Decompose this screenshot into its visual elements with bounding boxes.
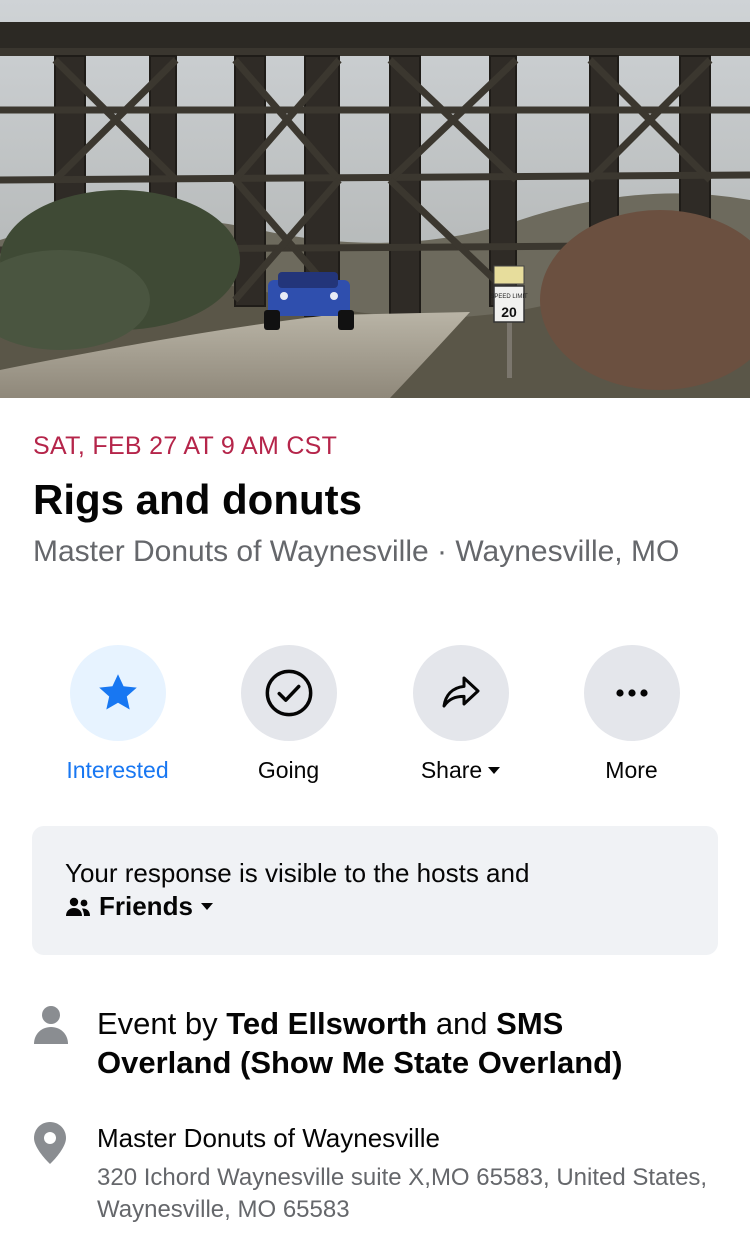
audience-selector[interactable]: Friends xyxy=(65,890,685,923)
host-link-1[interactable]: Ted Ellsworth xyxy=(226,1006,427,1041)
share-icon xyxy=(442,676,479,708)
share-button[interactable]: Share xyxy=(375,645,546,784)
trestle-bridge-illustration: SPEED LIMIT 20 xyxy=(0,0,750,398)
event-title: Rigs and donuts xyxy=(33,476,362,523)
share-label-text: Share xyxy=(420,757,483,783)
audience-label: Friends xyxy=(99,891,193,921)
place-name[interactable]: Master Donuts of Waynesville xyxy=(97,1122,717,1155)
place-text: Master Donuts of Waynesville 320 Ichord … xyxy=(97,1122,717,1226)
share-label: Share xyxy=(420,757,501,784)
interested-circle[interactable] xyxy=(69,645,166,741)
event-date: SAT, FEB 27 AT 9 AM CST xyxy=(33,432,338,460)
going-label: Going xyxy=(257,757,320,783)
host-prefix: Event by xyxy=(97,1006,227,1041)
more-icon xyxy=(615,689,648,697)
more-button[interactable]: More xyxy=(546,645,717,784)
svg-text:20: 20 xyxy=(501,304,517,320)
share-circle[interactable] xyxy=(412,645,509,741)
event-cover-photo[interactable]: SPEED LIMIT 20 xyxy=(0,0,750,398)
event-actions: Interested Going Share More xyxy=(0,645,750,795)
interested-button[interactable]: Interested xyxy=(32,645,203,784)
interested-label: Interested xyxy=(66,757,169,783)
share-dropdown-icon xyxy=(488,767,501,774)
person-icon xyxy=(34,1006,68,1044)
check-circle-icon xyxy=(265,669,312,717)
map-pin-icon xyxy=(34,1122,66,1164)
friends-icon xyxy=(66,897,90,916)
visibility-text: Your response is visible to the hosts an… xyxy=(65,858,530,888)
event-host-text: Event by Ted Ellsworth and SMS Overland … xyxy=(97,1004,697,1082)
svg-text:SPEED LIMIT: SPEED LIMIT xyxy=(490,294,528,300)
more-label: More xyxy=(605,757,658,783)
place-address: 320 Ichord Waynesville suite X,MO 65583,… xyxy=(97,1164,708,1223)
star-icon xyxy=(98,674,137,710)
going-circle[interactable] xyxy=(240,645,337,741)
host-joiner: and xyxy=(427,1006,497,1041)
event-location[interactable]: Master Donuts of Waynesville · Waynesvil… xyxy=(33,532,723,571)
response-visibility-notice: Your response is visible to the hosts an… xyxy=(32,826,718,955)
more-circle[interactable] xyxy=(583,645,680,741)
audience-dropdown-icon xyxy=(200,903,213,910)
going-button[interactable]: Going xyxy=(203,645,374,784)
